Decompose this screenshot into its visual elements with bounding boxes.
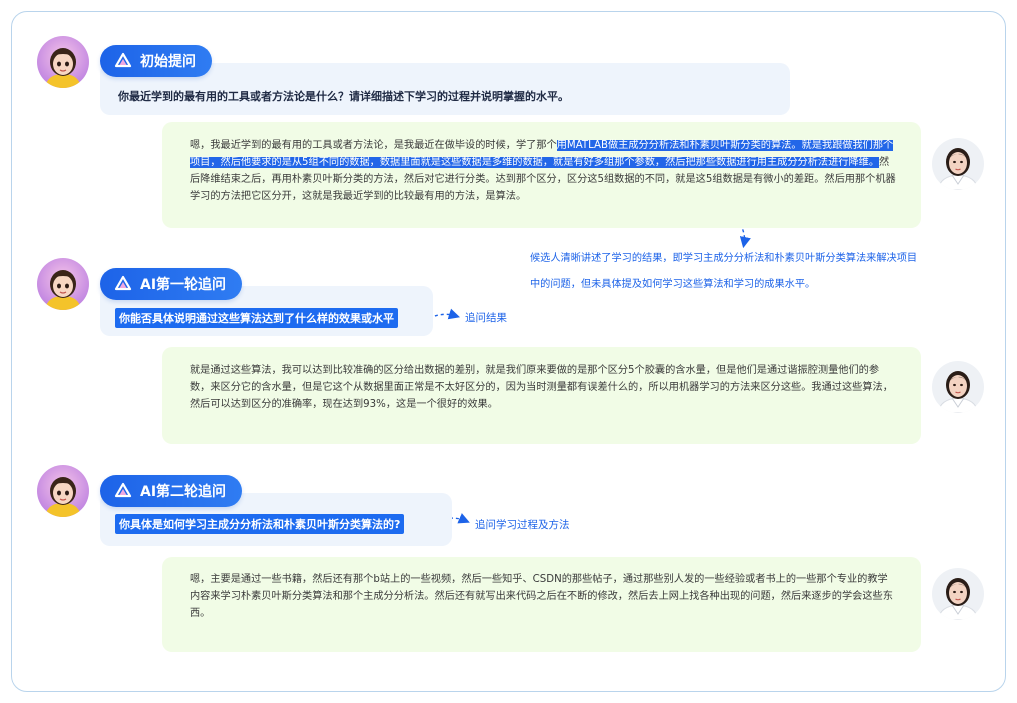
ai-avatar-icon [37, 36, 89, 88]
tag-followup2: AI第二轮追问 [100, 475, 243, 507]
followup1-label: 追问结果 [465, 312, 507, 324]
answer-box-followup2: 嗯，主要是通过一些书籍，然后还有那个b站上的一些视频，然后一些知乎、CSDN的那… [162, 557, 921, 652]
ai-logo-icon [114, 482, 132, 498]
interviewer-avatar [37, 465, 89, 517]
ai-avatar-icon [37, 465, 89, 517]
evaluation-note: 候选人清晰讲述了学习的结果，即学习主成分分析法和朴素贝叶斯分类算法来解决项目中的… [530, 253, 918, 290]
candidate-avatar [932, 138, 984, 190]
candidate-avatar-icon [932, 138, 984, 190]
ai-avatar-icon [37, 258, 89, 310]
followup2-label: 追问学习过程及方法 [475, 519, 570, 531]
ai-logo-icon [114, 52, 132, 68]
ai-logo-icon [114, 275, 132, 291]
tag-label: AI第二轮追问 [140, 484, 227, 500]
candidate-avatar-icon [932, 568, 984, 620]
answer-text: 就是通过这些算法，我可以达到比较准确的区分给出数据的差别，就是我们原来要做的是那… [190, 365, 893, 410]
answer-box-followup1: 就是通过这些算法，我可以达到比较准确的区分给出数据的差别，就是我们原来要做的是那… [162, 347, 921, 444]
candidate-avatar-icon [932, 361, 984, 413]
tag-label: 初始提问 [140, 54, 196, 70]
question-text-followup1[interactable]: 你能否具体说明通过这些算法达到了什么样的效果或水平 [115, 308, 398, 328]
answer-box-initial: 嗯，我最近学到的最有用的工具或者方法论，是我最近在做毕设的时候，学了那个用MAT… [162, 122, 921, 228]
interviewer-avatar [37, 36, 89, 88]
tag-followup1: AI第一轮追问 [100, 268, 243, 300]
candidate-avatar [932, 568, 984, 620]
question-text-followup2[interactable]: 你具体是如何学习主成分分析法和朴素贝叶斯分类算法的? [115, 514, 405, 534]
answer-text-pre: 嗯，我最近学到的最有用的工具或者方法论，是我最近在做毕设的时候，学了那个 [190, 140, 557, 151]
tag-label: AI第一轮追问 [140, 277, 227, 293]
candidate-avatar [932, 361, 984, 413]
interviewer-avatar [37, 258, 89, 310]
question-text-initial: 你最近学到的最有用的工具或者方法论是什么？请详细描述下学习的过程并说明掌握的水平… [118, 90, 569, 103]
answer-text: 嗯，主要是通过一些书籍，然后还有那个b站上的一些视频，然后一些知乎、CSDN的那… [190, 574, 893, 619]
tag-initial: 初始提问 [100, 45, 212, 77]
